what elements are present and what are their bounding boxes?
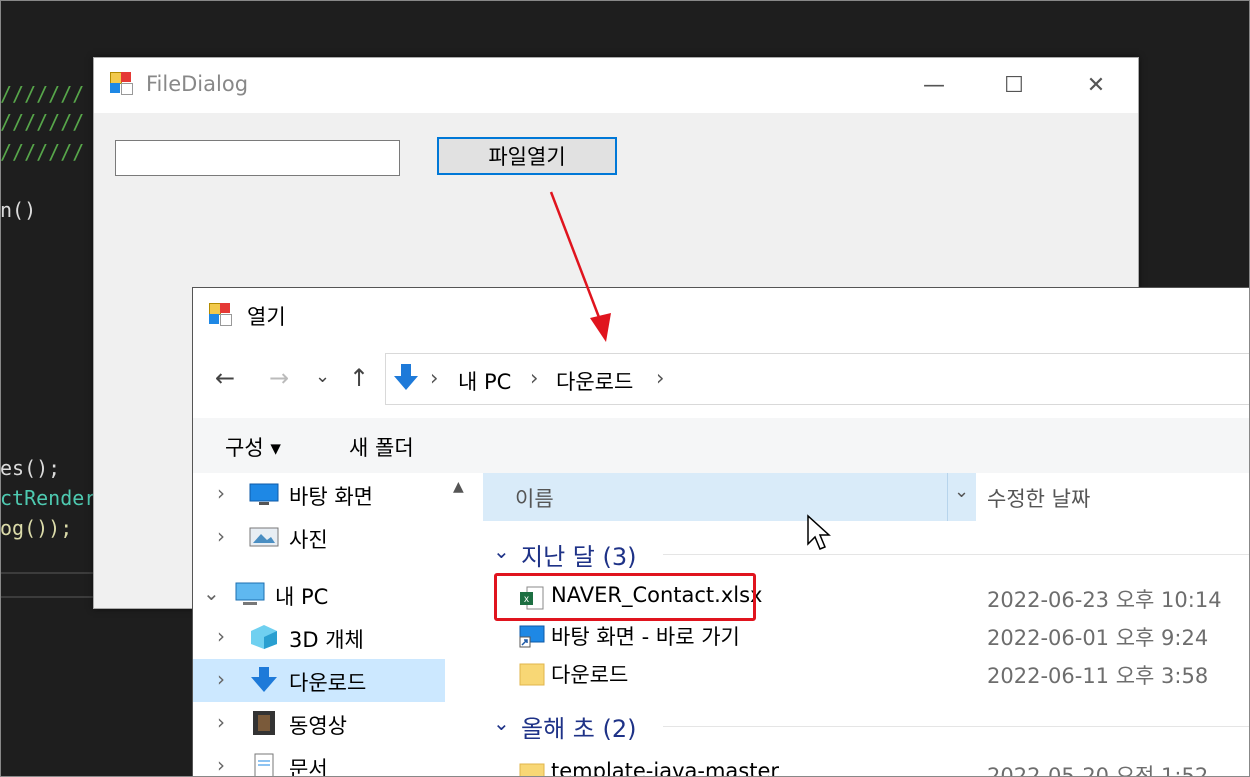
annotation-arrow — [549, 191, 611, 342]
mouse-cursor-icon — [807, 514, 831, 550]
